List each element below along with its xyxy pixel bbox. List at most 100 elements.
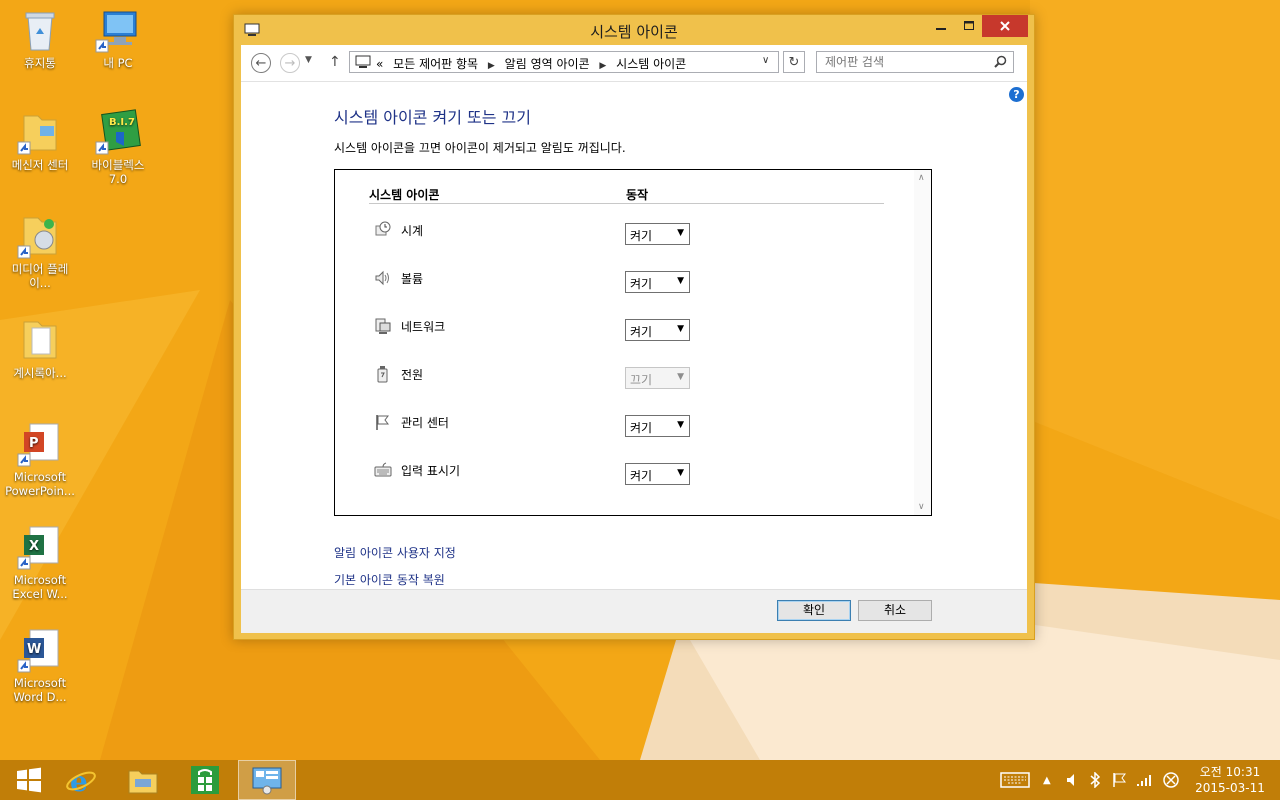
column-header-system-icon: 시스템 아이콘: [369, 188, 440, 202]
chevron-down-icon: ▼: [677, 372, 684, 382]
chevron-up-icon: ▲: [1043, 774, 1051, 786]
biblex-icon: B.I.7: [95, 109, 141, 155]
tray-action-center[interactable]: [1112, 760, 1126, 800]
tray-network[interactable]: [1135, 760, 1153, 800]
forward-button[interactable]: →: [280, 53, 300, 73]
select-value: 켜기: [630, 325, 653, 339]
maximize-button[interactable]: [954, 15, 984, 37]
chevron-down-icon: ▼: [677, 420, 684, 430]
volume-icon: [374, 269, 392, 290]
scroll-up-icon[interactable]: ∧: [918, 173, 925, 183]
powerpoint-icon: P: [17, 423, 59, 467]
tray-disconnected[interactable]: [1162, 760, 1180, 800]
keyboard-icon: [374, 461, 392, 482]
title-bar[interactable]: 시스템 아이콘: [234, 15, 1034, 45]
column-header-action: 동작: [626, 188, 649, 202]
store-icon: [191, 766, 219, 794]
help-icon[interactable]: ?: [1009, 87, 1024, 102]
start-button[interactable]: [0, 760, 58, 800]
volume-behavior-select[interactable]: 켜기 ▼: [625, 271, 690, 293]
breadcrumb-item-all-control-panel-items[interactable]: 모든 제어판 항목: [393, 57, 478, 71]
up-button[interactable]: ↑: [329, 54, 341, 70]
desktop-icon-biblex[interactable]: B.I.7 바이블렉스 7.0: [80, 108, 156, 186]
select-value: 켜기: [630, 277, 653, 291]
clock-time: 오전 10:31: [1199, 765, 1261, 779]
clock-icon: [374, 221, 392, 242]
tray-bluetooth[interactable]: [1089, 760, 1101, 800]
select-value: 켜기: [630, 421, 653, 435]
refresh-button[interactable]: ↻: [783, 51, 805, 73]
taskbar-file-explorer[interactable]: [114, 760, 172, 800]
address-dropdown-icon[interactable]: ∨: [762, 55, 769, 66]
desktop-icon-media-player[interactable]: 미디어 플레이...: [2, 212, 78, 290]
customize-notification-icons-link[interactable]: 알림 아이콘 사용자 지정: [334, 544, 456, 561]
input-indicator-behavior-select[interactable]: 켜기 ▼: [625, 463, 690, 485]
refresh-icon: ↻: [788, 54, 800, 70]
taskbar-store[interactable]: [176, 760, 234, 800]
signal-icon: [1137, 775, 1151, 786]
dialog-footer: 확인 취소: [241, 589, 1027, 633]
desktop-icon-label: 바이블렉스 7.0: [91, 158, 145, 186]
address-bar[interactable]: « 모든 제어판 항목 ▶ 알림 영역 아이콘 ▶ 시스템 아이콘 ∨: [349, 51, 779, 73]
arrow-left-icon: ←: [255, 55, 267, 71]
list-item-input-indicator: 입력 표시기 켜기 ▼: [335, 461, 895, 491]
desktop-icon-label: Microsoft Excel W...: [12, 573, 68, 601]
breadcrumb: « 모든 제어판 항목 ▶ 알림 영역 아이콘 ▶ 시스템 아이콘: [376, 55, 686, 72]
desktop-icon-folder[interactable]: 계시록아...: [2, 316, 78, 380]
clock-behavior-select[interactable]: 켜기 ▼: [625, 223, 690, 245]
minimize-icon: [936, 28, 946, 30]
network-icon: [374, 317, 392, 338]
desktop-icon-excel[interactable]: X Microsoft Excel W...: [2, 523, 78, 601]
minimize-button[interactable]: [926, 15, 956, 37]
desktop-icon-recycle-bin[interactable]: 휴지통: [2, 6, 78, 70]
touch-keyboard-button[interactable]: [1000, 760, 1030, 800]
desktop-icon-label: Microsoft Word D...: [13, 676, 67, 704]
restore-default-icon-behaviors-link[interactable]: 기본 아이콘 동작 복원: [334, 571, 445, 588]
flag-icon: [1113, 773, 1126, 787]
navigation-bar: ← → ▼ ↑ « 모든 제어판 항목 ▶ 알림 영역 아이콘 ▶ 시스템 아이…: [241, 45, 1027, 82]
window-title: 시스템 아이콘: [590, 23, 678, 41]
desktop-icon-powerpoint[interactable]: P Microsoft PowerPoin...: [2, 420, 78, 498]
breadcrumb-item-notification-area-icons[interactable]: 알림 영역 아이콘: [505, 57, 590, 71]
close-icon: [1000, 21, 1010, 31]
volume-icon: [1067, 774, 1074, 786]
search-box[interactable]: [816, 51, 1014, 73]
breadcrumb-overflow[interactable]: «: [376, 57, 383, 71]
scroll-down-icon[interactable]: ∨: [918, 502, 925, 512]
svg-text:P: P: [29, 436, 39, 451]
ok-button[interactable]: 확인: [777, 600, 851, 621]
desktop-icon-this-pc[interactable]: 내 PC: [80, 6, 156, 70]
vertical-scrollbar[interactable]: ∧ ∨: [914, 170, 931, 515]
list-item-label: 볼륨: [401, 272, 424, 286]
desktop-icon-word[interactable]: W Microsoft Word D...: [2, 626, 78, 704]
taskbar-clock[interactable]: 오전 10:31 2015-03-11: [1184, 764, 1276, 796]
folder-shortcut-icon: [17, 115, 57, 155]
list-item-network: 네트워크 켜기 ▼: [335, 317, 895, 347]
media-folder-icon: [17, 217, 57, 259]
breadcrumb-chevron-icon[interactable]: ▶: [599, 61, 606, 71]
search-input[interactable]: [817, 52, 995, 72]
search-icon[interactable]: [994, 55, 1007, 71]
power-icon: [374, 365, 392, 386]
cancel-button[interactable]: 취소: [858, 600, 932, 621]
back-button[interactable]: ←: [251, 53, 271, 73]
breadcrumb-item-system-icons[interactable]: 시스템 아이콘: [616, 57, 686, 71]
control-panel-icon: [355, 55, 371, 72]
chevron-down-icon: ▼: [677, 228, 684, 238]
breadcrumb-chevron-icon[interactable]: ▶: [488, 61, 495, 71]
show-hidden-icons-button[interactable]: ▲: [1043, 760, 1051, 800]
folder-icon: [23, 321, 57, 359]
taskbar-control-panel[interactable]: [238, 760, 296, 800]
list-item-power: 전원 끄기 ▼: [335, 365, 895, 395]
keyboard-icon: [1000, 772, 1030, 788]
network-behavior-select[interactable]: 켜기 ▼: [625, 319, 690, 341]
close-button[interactable]: [982, 15, 1028, 37]
action-center-behavior-select[interactable]: 켜기 ▼: [625, 415, 690, 437]
tray-volume[interactable]: [1066, 760, 1078, 800]
clock-date: 2015-03-11: [1195, 781, 1265, 795]
desktop-icon-messenger-center[interactable]: 메신저 센터: [2, 108, 78, 172]
list-item-label: 관리 센터: [401, 416, 449, 430]
taskbar-internet-explorer[interactable]: e: [52, 760, 110, 800]
desktop-icon-label: 휴지통: [24, 56, 56, 70]
recent-locations-dropdown[interactable]: ▼: [305, 55, 312, 65]
